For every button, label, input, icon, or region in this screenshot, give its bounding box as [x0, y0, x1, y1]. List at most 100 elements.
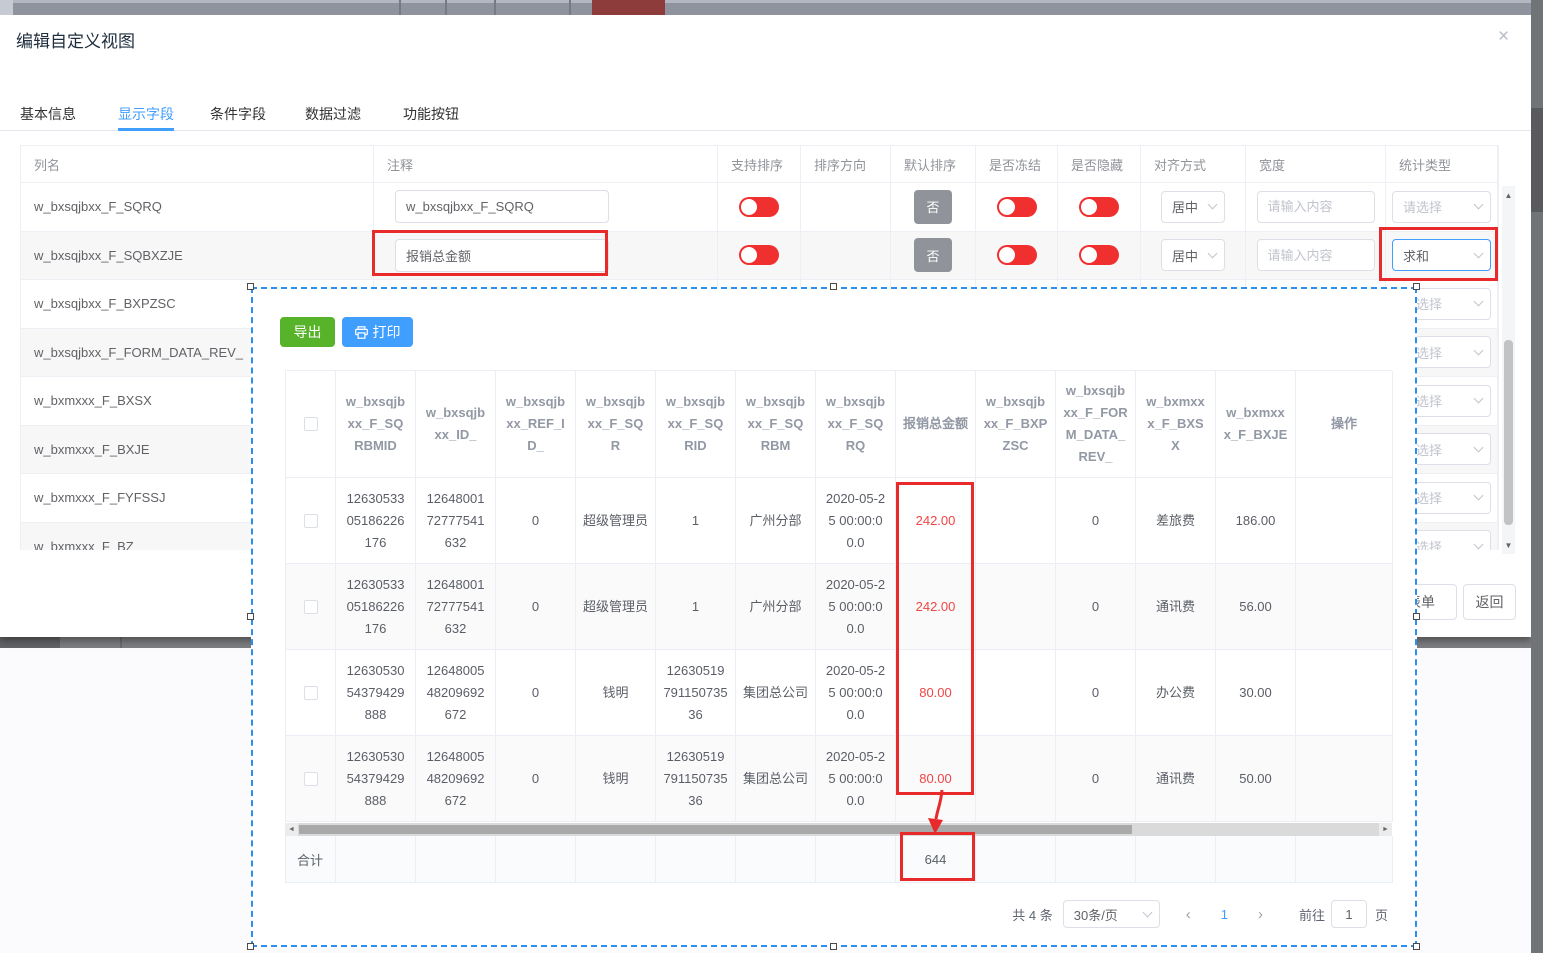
table-cell: 1263053054379429888 — [336, 650, 416, 736]
align-select[interactable]: 居中 — [1161, 239, 1225, 271]
pagination: 共 4 条 30条/页 ‹ 1 › 前往 页 — [1012, 899, 1388, 929]
table-cell: 0 — [496, 736, 576, 822]
config-row: w_bxsqjbxx_F_SQRQ 否 居中 请选择 — [21, 183, 1498, 232]
annotation-box-sum-select — [1379, 227, 1498, 281]
col-header: 支持排序 — [718, 146, 801, 183]
hide-cell — [1058, 232, 1141, 281]
resize-handle[interactable] — [1413, 943, 1420, 950]
hide-toggle[interactable] — [1079, 197, 1119, 217]
hide-toggle[interactable] — [1079, 245, 1119, 265]
col-header: 操作 — [1296, 371, 1393, 478]
comment-input[interactable] — [395, 190, 609, 223]
vertical-scrollbar[interactable]: ▲ ▼ — [1502, 186, 1515, 554]
col-header: 排序方向 — [801, 146, 891, 183]
freeze-cell — [976, 183, 1058, 232]
table-cell: 1 — [656, 564, 736, 650]
tab-display-fields[interactable]: 显示字段 — [118, 98, 174, 130]
field-name: w_bxsqjbxx_F_SQBXZJE — [21, 232, 374, 281]
chevron-down-icon — [1474, 442, 1484, 452]
scroll-down-icon[interactable]: ▼ — [1502, 538, 1515, 552]
close-icon[interactable]: × — [1498, 26, 1509, 48]
export-button[interactable]: 导出 — [280, 317, 335, 347]
table-cell: 1264800548209692672 — [416, 650, 496, 736]
sortable-toggle[interactable] — [739, 197, 779, 217]
tab-divider — [0, 130, 1531, 131]
stat-type-select[interactable]: 请选择 — [1392, 191, 1491, 223]
horizontal-scrollbar[interactable]: ◄ ► — [285, 823, 1392, 836]
scrollbar-thumb[interactable] — [1504, 340, 1513, 525]
col-header: w_bxsqjbxx_F_FORM_DATA_REV_ — [1056, 371, 1136, 478]
chevron-down-icon — [1474, 539, 1484, 549]
window-edge-segment — [1531, 108, 1543, 212]
current-page[interactable]: 1 — [1221, 907, 1228, 922]
tab-basic-info[interactable]: 基本信息 — [20, 98, 76, 130]
table-cell: 0 — [1056, 478, 1136, 564]
scrollbar-thumb[interactable] — [299, 825, 1132, 834]
scroll-right-icon[interactable]: ► — [1379, 823, 1392, 836]
total-count-label: 共 4 条 — [1012, 905, 1052, 924]
topbar-divider — [569, 0, 571, 15]
width-cell — [1246, 232, 1386, 281]
preview-table: w_bxsqjbxx_F_SQRBMID w_bxsqjbxx_ID_ w_bx… — [285, 370, 1392, 822]
default-sort-no-button[interactable]: 否 — [914, 238, 952, 272]
page-size-select[interactable]: 30条/页 — [1063, 900, 1160, 928]
row-checkbox[interactable] — [304, 514, 318, 528]
sortable-toggle[interactable] — [739, 245, 779, 265]
goto-label: 前往 — [1299, 905, 1325, 924]
tab-condition-fields[interactable]: 条件字段 — [210, 98, 266, 130]
table-cell: 0 — [496, 564, 576, 650]
table-cell — [976, 650, 1056, 736]
align-select[interactable]: 居中 — [1161, 191, 1225, 223]
col-header: 默认排序 — [891, 146, 976, 183]
table-cell: 56.00 — [1216, 564, 1296, 650]
scroll-up-icon[interactable]: ▲ — [1502, 188, 1515, 202]
table-cell — [976, 478, 1056, 564]
col-header: w_bxmxxx_F_BXSX — [1136, 371, 1216, 478]
freeze-toggle[interactable] — [997, 245, 1037, 265]
summary-cell — [496, 836, 576, 883]
summary-cell — [336, 836, 416, 883]
resize-handle[interactable] — [247, 943, 254, 950]
row-checkbox[interactable] — [304, 772, 318, 786]
width-input[interactable] — [1257, 191, 1375, 223]
freeze-cell — [976, 232, 1058, 281]
sort-direction-cell — [801, 232, 891, 281]
prev-page-icon[interactable]: ‹ — [1186, 906, 1191, 923]
table-cell: 钱明 — [576, 736, 656, 822]
summary-cell — [736, 836, 816, 883]
table-row: 1263053054379429888 1264800548209692672 … — [286, 650, 1392, 736]
freeze-toggle[interactable] — [997, 197, 1037, 217]
width-input[interactable] — [1257, 239, 1375, 271]
resize-handle[interactable] — [830, 283, 837, 290]
resize-handle[interactable] — [247, 613, 254, 620]
align-value: 居中 — [1172, 197, 1198, 216]
tab-data-filter[interactable]: 数据过滤 — [305, 98, 361, 130]
resize-handle[interactable] — [1413, 283, 1420, 290]
col-header: w_bxsqjbxx_F_SQRQ — [816, 371, 896, 478]
topbar-divider — [399, 0, 401, 15]
row-checkbox[interactable] — [304, 686, 318, 700]
config-header-row: 列名 注释 支持排序 排序方向 默认排序 是否冻结 是否隐藏 对齐方式 宽度 统… — [21, 146, 1498, 183]
sort-direction-cell — [801, 183, 891, 232]
operation-cell — [1296, 478, 1393, 564]
checkbox-cell — [286, 650, 336, 736]
table-cell: 1263053054379429888 — [336, 736, 416, 822]
align-cell: 居中 — [1141, 232, 1246, 281]
default-sort-no-button[interactable]: 否 — [914, 190, 952, 224]
active-tab-underline — [118, 128, 174, 131]
resize-handle[interactable] — [1413, 613, 1420, 620]
print-button[interactable]: 打印 — [342, 317, 413, 347]
scroll-left-icon[interactable]: ◄ — [285, 823, 298, 836]
tab-function-buttons[interactable]: 功能按钮 — [403, 98, 459, 130]
resize-handle[interactable] — [830, 943, 837, 950]
back-button[interactable]: 返回 — [1463, 584, 1516, 620]
summary-cell — [576, 836, 656, 883]
select-all-checkbox[interactable] — [304, 417, 318, 431]
resize-handle[interactable] — [247, 283, 254, 290]
table-cell: 50.00 — [1216, 736, 1296, 822]
select-all-cell — [286, 371, 336, 478]
next-page-icon[interactable]: › — [1258, 906, 1263, 923]
goto-page-input[interactable] — [1331, 900, 1367, 928]
row-checkbox[interactable] — [304, 600, 318, 614]
checkbox-cell — [286, 478, 336, 564]
